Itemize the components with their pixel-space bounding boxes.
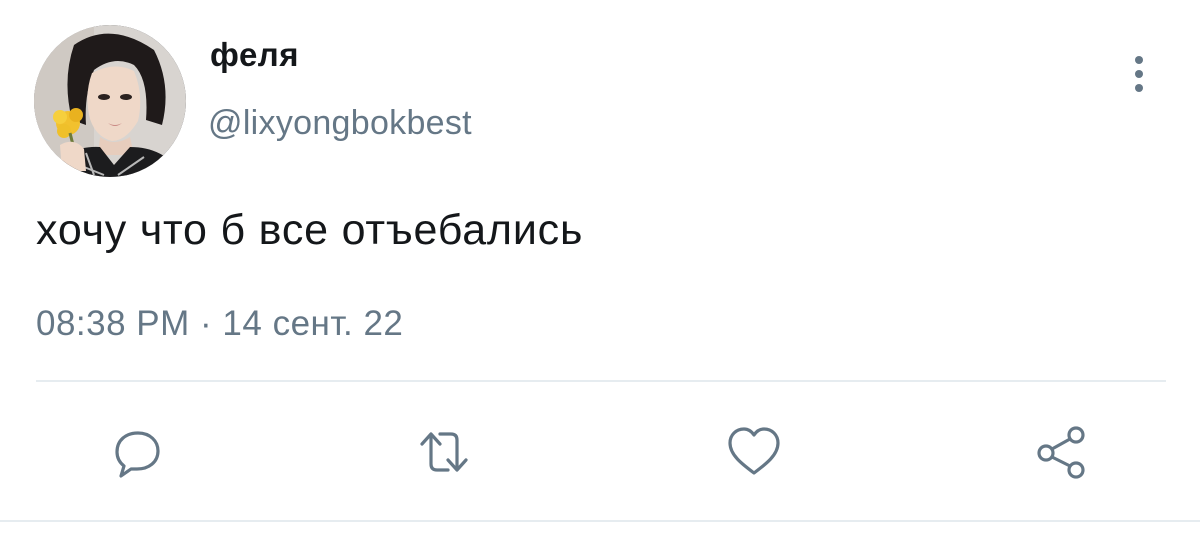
- avatar[interactable]: [34, 25, 186, 177]
- retweet-button[interactable]: [412, 420, 476, 484]
- tweet-text: хочу что б все отъебались: [36, 206, 584, 254]
- retweet-icon: [420, 432, 468, 472]
- display-name[interactable]: феля: [210, 38, 299, 71]
- timestamp[interactable]: 08:38 PM · 14 сент. 22: [36, 306, 403, 341]
- like-button[interactable]: [722, 420, 786, 484]
- reply-button[interactable]: [105, 420, 169, 484]
- avatar-image: [34, 25, 186, 177]
- handle[interactable]: @lixyongbokbest: [208, 106, 472, 140]
- heart-icon: [728, 427, 780, 475]
- more-vertical-icon[interactable]: [1124, 52, 1154, 96]
- divider-bottom: [0, 520, 1200, 522]
- divider: [36, 380, 1166, 382]
- share-icon: [1037, 426, 1085, 479]
- reply-icon: [115, 431, 160, 478]
- share-button[interactable]: [1032, 420, 1096, 484]
